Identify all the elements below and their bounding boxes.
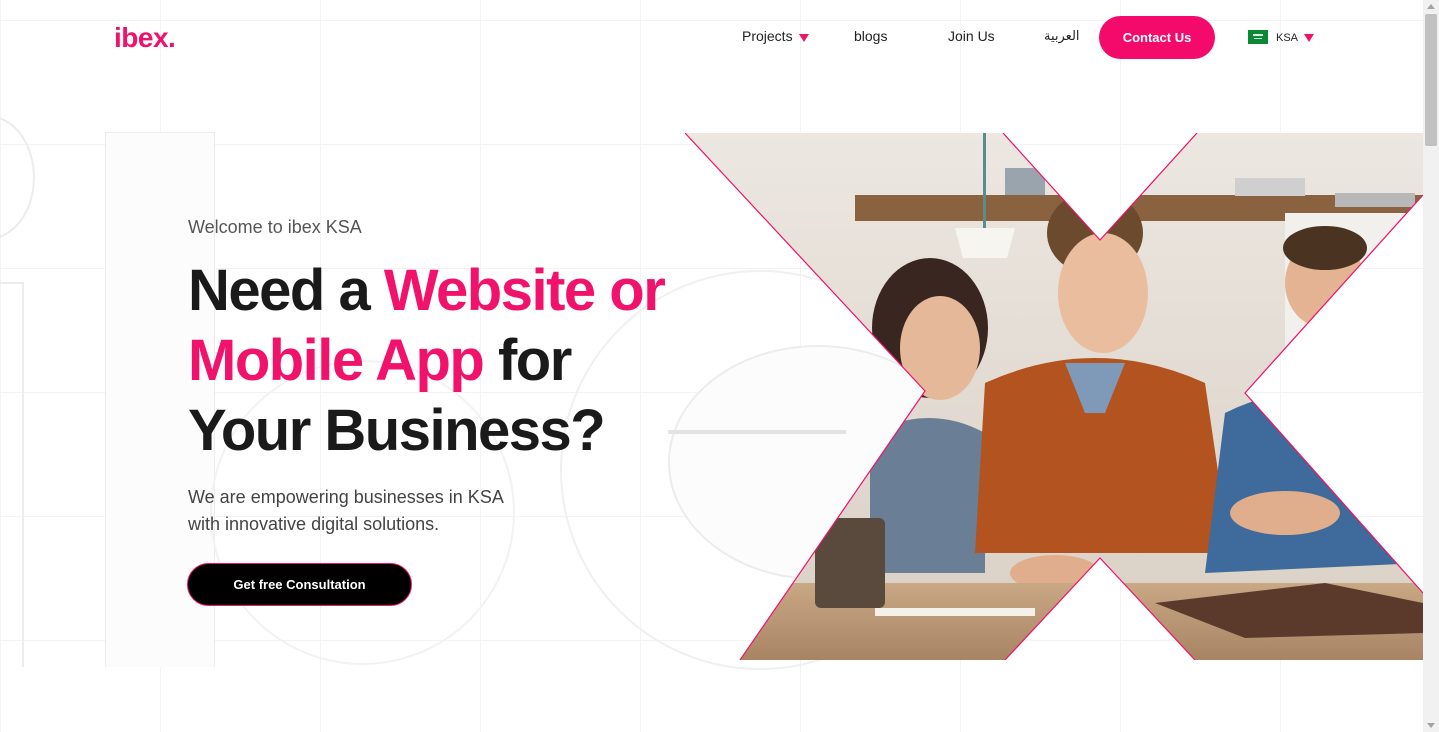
welcome-text: Welcome to ibex KSA [188, 217, 362, 237]
region-selector[interactable]: KSA [1248, 30, 1315, 44]
nav-projects[interactable]: Projects [742, 28, 809, 44]
hero-subtext: We are empowering businesses in KSA with… [188, 484, 608, 538]
headline-highlight-1: Website or [383, 258, 666, 323]
nav-projects-label: Projects [742, 28, 793, 44]
headline-part-3: Your Business? [188, 398, 606, 463]
hero-subtext-line-2: with innovative digital solutions. [188, 514, 440, 534]
region-label: KSA [1276, 32, 1299, 44]
headline-part-2: for [483, 328, 572, 393]
hero-image [685, 133, 1423, 660]
saudi-flag-icon [1248, 30, 1268, 44]
scroll-down-icon[interactable] [1427, 723, 1435, 728]
hero-headline: Need a Website or Mobile App for Your Bu… [188, 256, 748, 466]
scroll-thumb[interactable] [1425, 14, 1437, 146]
nav-blogs[interactable]: blogs [854, 28, 887, 44]
contact-us-button[interactable]: Contact Us [1099, 16, 1215, 59]
headline-part-1: Need a [188, 258, 384, 323]
nav-language-arabic[interactable]: العربية [1044, 29, 1080, 44]
headline-highlight-2: Mobile App [188, 328, 485, 393]
scroll-up-icon[interactable] [1427, 4, 1435, 9]
site-header: ibex. Projects blogs Join Us العربية Con… [0, 0, 1423, 80]
caret-down-icon [1304, 34, 1315, 42]
hero-photo [685, 133, 1423, 660]
get-free-consultation-button[interactable]: Get free Consultation [187, 563, 412, 606]
decorative-bar [0, 282, 24, 667]
page-scrollbar[interactable] [1423, 0, 1439, 732]
hero-subtext-line-1: We are empowering businesses in KSA [188, 487, 504, 507]
logo[interactable]: ibex. [114, 22, 176, 54]
nav-join-us[interactable]: Join Us [948, 28, 995, 44]
caret-down-icon [798, 34, 809, 42]
